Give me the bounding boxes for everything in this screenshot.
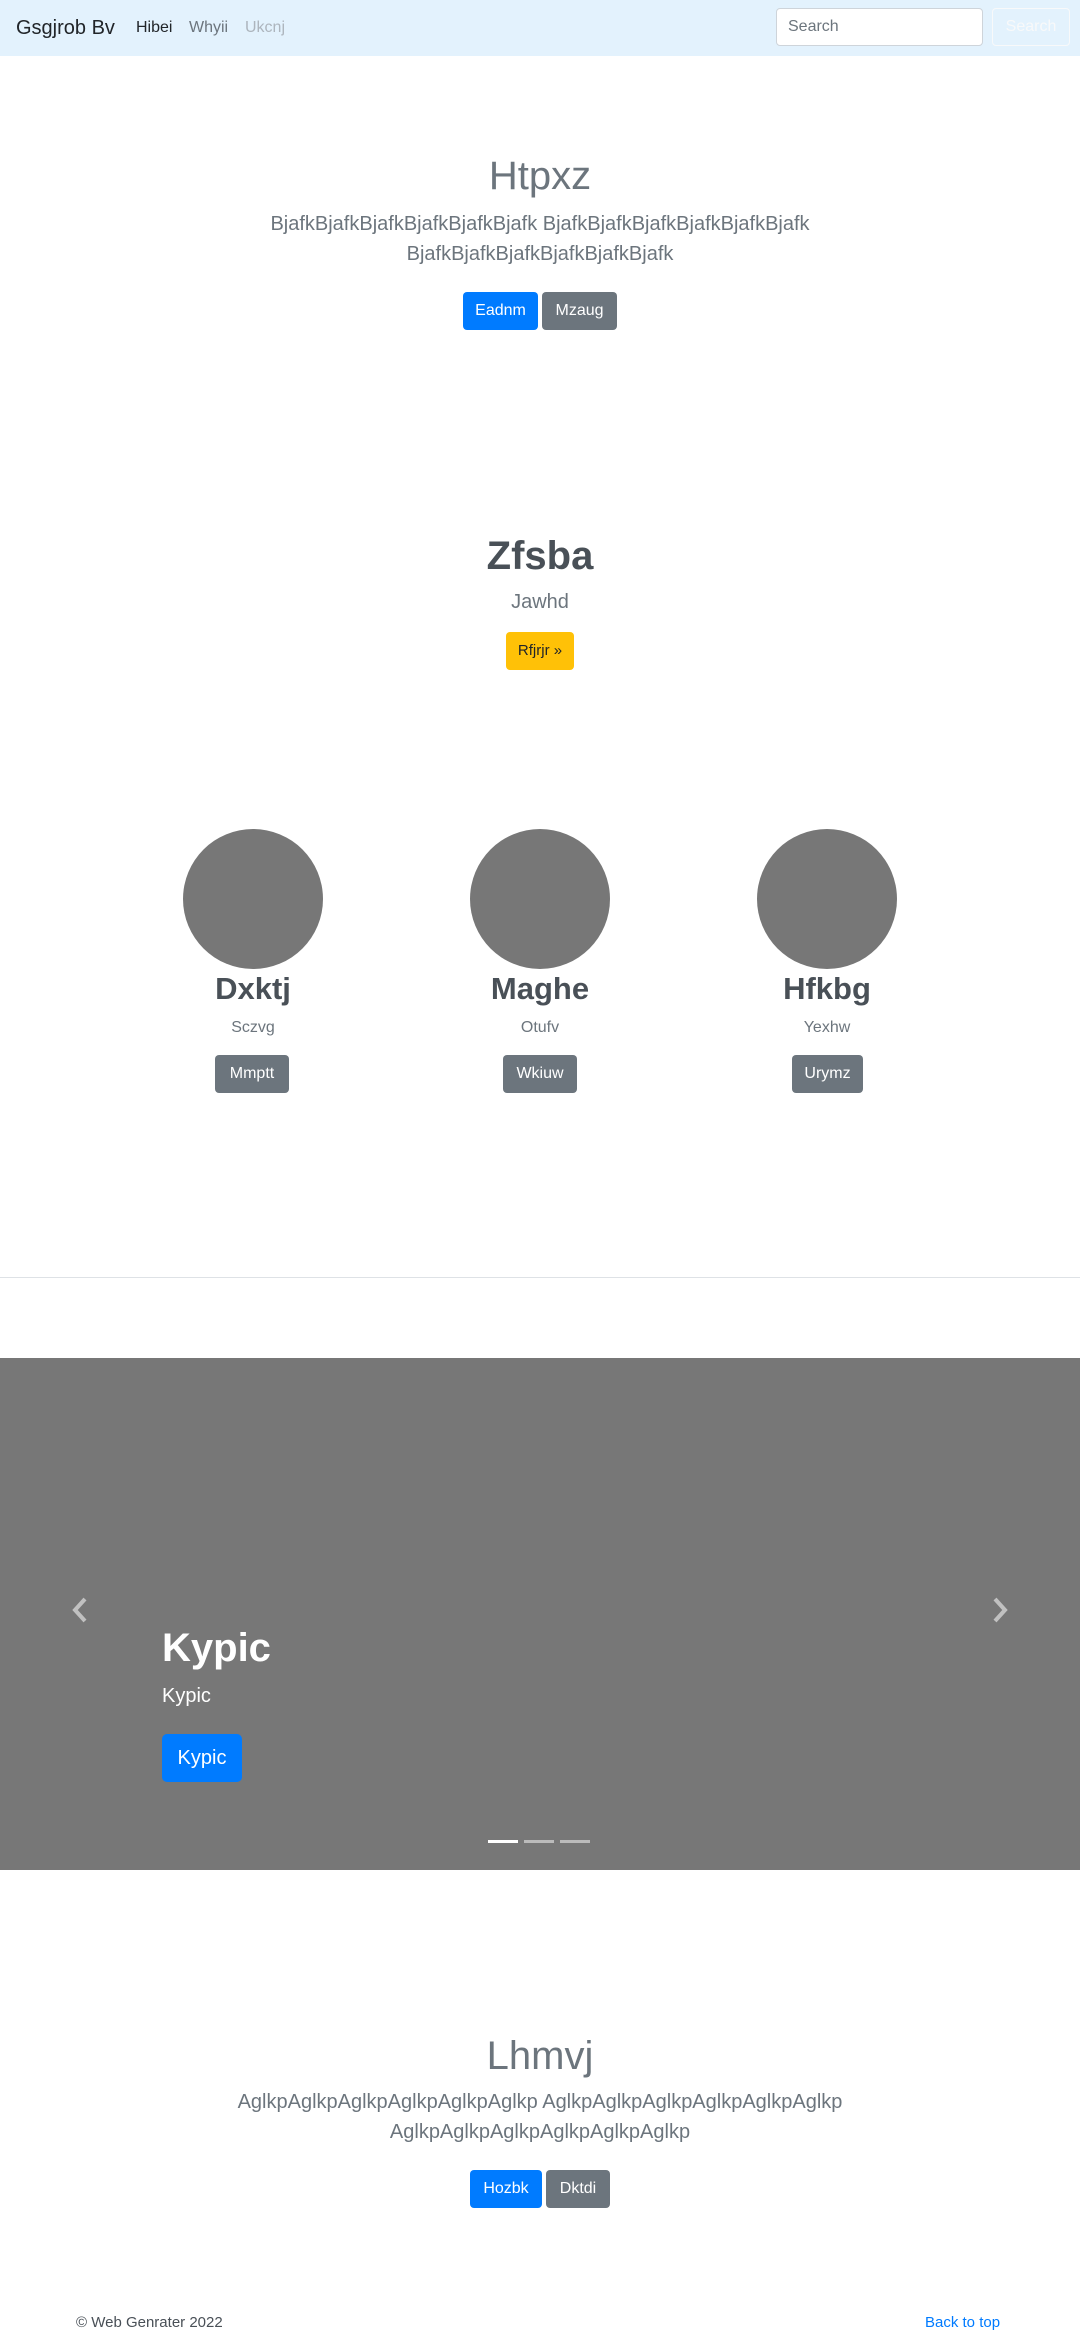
nav-link-hibei[interactable]: Hibei [136,17,172,39]
search-button[interactable]: Search [992,8,1070,46]
column-title: Dxktj [215,971,291,1006]
carousel-title: Kypic [162,1626,271,1670]
column-button[interactable]: Urymz [792,1055,863,1093]
carousel-indicator-1[interactable] [488,1840,518,1843]
hero2-lead: AglkpAglkpAglkpAglkpAglkpAglkp AglkpAglk… [0,2087,1080,2147]
column-button[interactable]: Wkiuw [503,1055,577,1093]
hero-lead-line-1: BjafkBjafkBjafkBjafkBjafkBjafk BjafkBjaf… [270,213,810,235]
carousel-prev-icon[interactable] [61,1590,101,1630]
feature-button[interactable]: Rfjrjr » [506,632,574,670]
nav-link-ukcnj[interactable]: Ukcnj [245,17,285,39]
column-subtitle: Otufv [520,1019,560,1036]
section-divider [0,1277,1080,1278]
carousel: Kypic Kypic Kypic [0,1358,1080,1870]
carousel-indicator-2[interactable] [524,1840,554,1843]
nav-link-whyii[interactable]: Whyii [189,17,228,39]
search-input[interactable] [776,8,983,46]
column-image-placeholder [183,829,323,969]
carousel-subtitle: Kypic [162,1685,211,1707]
navbar: Gsgjrob Bv Hibei Whyii Ukcnj Search [0,0,1080,56]
column-image-placeholder [470,829,610,969]
navbar-brand[interactable]: Gsgjrob Bv [16,14,115,42]
back-to-top-link[interactable]: Back to top [925,2313,1000,2333]
carousel-next-icon[interactable] [979,1590,1019,1630]
footer-copyright: © Web Genrater 2022 [76,2314,223,2331]
hero2-title: Lhmvj [486,2034,594,2078]
carousel-caption: Kypic Kypic Kypic [162,1624,271,1782]
column-image-placeholder [757,829,897,969]
hero-title: Htpxz [488,154,592,198]
hero-secondary-button[interactable]: Mzaug [542,292,617,330]
hero-lead: BjafkBjafkBjafkBjafkBjafkBjafk BjafkBjaf… [0,209,1080,269]
hero2-lead-line-2: AglkpAglkpAglkpAglkpAglkpAglkp [389,2121,691,2143]
feature-subtitle: Jawhd [511,591,569,613]
hero-lead-line-2: BjafkBjafkBjafkBjafkBjafkBjafk [406,243,674,265]
feature-title: Zfsba [486,534,594,578]
hero2-lead-line-1: AglkpAglkpAglkpAglkpAglkpAglkp AglkpAglk… [237,2091,843,2113]
carousel-indicators [488,1840,592,1846]
column-title: Maghe [490,971,590,1006]
column-subtitle: Sczvg [231,1019,275,1036]
column-title: Hfkbg [783,971,871,1006]
carousel-button[interactable]: Kypic [162,1734,242,1782]
hero-primary-button[interactable]: Eadnm [463,292,538,330]
hero2-primary-button[interactable]: Hozbk [470,2170,542,2208]
column-button[interactable]: Mmptt [215,1055,289,1093]
hero2-secondary-button[interactable]: Dktdi [546,2170,610,2208]
carousel-indicator-3[interactable] [560,1840,590,1843]
column-subtitle: Yexhw [803,1019,851,1036]
